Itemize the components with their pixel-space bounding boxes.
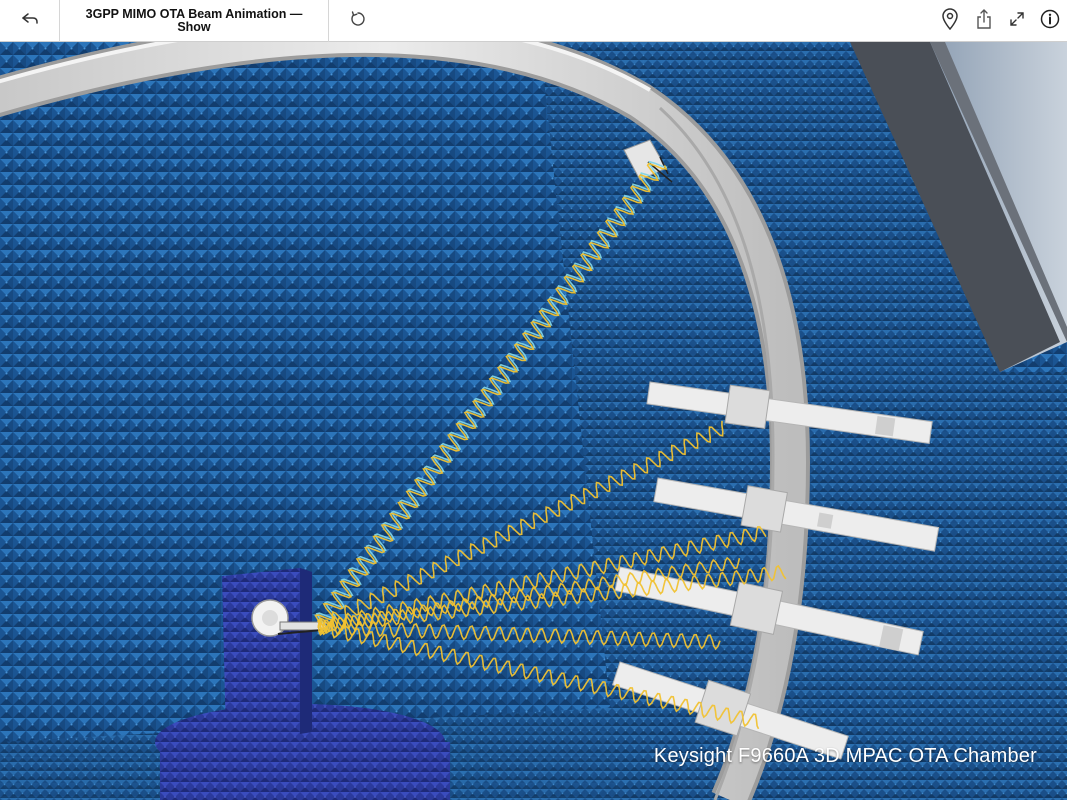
refresh-icon [349, 10, 367, 33]
share-button[interactable] [967, 0, 1001, 42]
info-icon [1040, 9, 1060, 34]
location-button[interactable] [933, 0, 967, 42]
map-pin-icon [941, 7, 959, 35]
back-arrow-icon [21, 12, 39, 31]
refresh-button[interactable] [329, 0, 387, 42]
top-toolbar: 3GPP MIMO OTA Beam Animation — Show [0, 0, 1067, 42]
page-title: 3GPP MIMO OTA Beam Animation — Show [85, 7, 303, 34]
info-button[interactable] [1033, 0, 1067, 42]
chamber-illustration [0, 42, 1067, 800]
expand-button[interactable] [1000, 0, 1034, 42]
chamber-scene[interactable]: Keysight F9660A 3D MPAC OTA Chamber [0, 42, 1067, 800]
title-area: 3GPP MIMO OTA Beam Animation — Show [60, 0, 329, 42]
back-button[interactable] [0, 0, 60, 42]
chamber-caption: Keysight F9660A 3D MPAC OTA Chamber [653, 745, 1037, 767]
expand-icon [1009, 11, 1025, 32]
share-icon [976, 8, 992, 34]
